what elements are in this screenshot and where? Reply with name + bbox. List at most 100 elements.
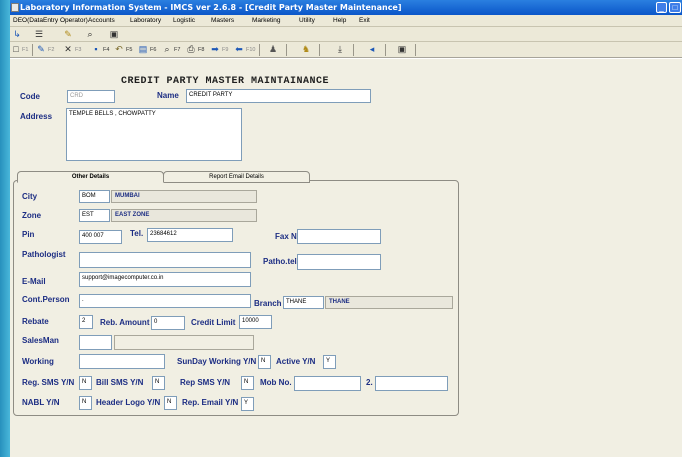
pin-label: Pin xyxy=(22,230,35,239)
menu-exit[interactable]: Exit xyxy=(356,15,373,27)
undo-icon[interactable]: ↶ xyxy=(113,44,125,55)
f3-label: F3 xyxy=(75,47,82,53)
pathologist-label: Pathologist xyxy=(22,250,66,259)
pathotel-field[interactable] xyxy=(297,254,381,270)
find-icon[interactable]: ⌕ xyxy=(161,44,173,55)
edit-icon[interactable]: ✎ xyxy=(35,44,47,55)
delete-icon[interactable]: ✕ xyxy=(62,44,74,55)
print-icon[interactable]: ⎙ xyxy=(185,44,197,55)
contperson-field[interactable]: . xyxy=(79,294,251,308)
fax-field[interactable] xyxy=(297,229,381,244)
address-field[interactable]: TEMPLE BELLS , CHOWPATTY xyxy=(66,108,242,161)
separator xyxy=(353,44,354,56)
branch-code-field[interactable]: THANE xyxy=(283,296,324,309)
f7-label: F7 xyxy=(174,47,181,53)
menu-masters[interactable]: Masters xyxy=(208,15,237,27)
list-icon[interactable]: ☰ xyxy=(33,29,45,40)
tel-label: Tel. xyxy=(130,229,144,238)
f9-label: F9 xyxy=(222,47,229,53)
zone-label: Zone xyxy=(22,211,42,220)
monitor-icon[interactable]: ▣ xyxy=(396,44,408,55)
save-icon[interactable]: ▪ xyxy=(90,44,102,55)
toolbar-fkeys: □ F1 ✎ F2 ✕ F3 ▪ F4 ↶ F5 ▤ F6 ⌕ F7 ⎙ F8 … xyxy=(10,42,682,58)
pathotel-label: Patho.tel xyxy=(263,257,297,266)
user-icon[interactable]: ♟ xyxy=(267,44,279,55)
export-icon[interactable]: ↳ xyxy=(11,29,23,40)
rebamount-field[interactable]: 0 xyxy=(151,316,185,330)
salesman-label: SalesMan xyxy=(22,336,59,345)
sundayworking-label: SunDay Working Y/N xyxy=(177,357,257,366)
f5-label: F5 xyxy=(126,47,133,53)
prev-icon[interactable]: ⬅ xyxy=(233,44,245,55)
mob2-field[interactable] xyxy=(375,376,448,391)
billsms-field[interactable]: N xyxy=(152,376,165,390)
rebate-label: Rebate xyxy=(22,317,49,326)
restore-button[interactable]: □ xyxy=(669,2,681,13)
regsms-field[interactable]: N xyxy=(79,376,92,390)
branch-label: Branch xyxy=(254,299,282,308)
active-field[interactable]: Y xyxy=(323,355,336,369)
tel-field[interactable]: 23684612 xyxy=(147,228,233,242)
title-bar: Laboratory Information System - IMCS ver… xyxy=(10,0,682,15)
creditlimit-field[interactable]: 10000 xyxy=(239,315,272,329)
billsms-label: Bill SMS Y/N xyxy=(96,378,144,387)
window-icon[interactable]: ▣ xyxy=(108,29,120,40)
separator xyxy=(319,44,320,56)
repsms-field[interactable]: N xyxy=(241,376,254,390)
salesman-code-field[interactable] xyxy=(79,335,112,350)
next-icon[interactable]: ➡ xyxy=(209,44,221,55)
back-icon[interactable]: ◂ xyxy=(366,44,378,55)
separator xyxy=(286,44,287,56)
app-icon xyxy=(11,3,19,12)
print-preview-icon[interactable]: ▤ xyxy=(137,44,149,55)
menu-deo[interactable]: DEO(DataEntry Operator) xyxy=(10,15,91,27)
tab-other-details[interactable]: Other Details xyxy=(17,171,164,183)
active-label: Active Y/N xyxy=(276,357,316,366)
salesman-name-display xyxy=(114,335,254,350)
toolbar-top: ↳ ☰ ✎ ⌕ ▣ xyxy=(10,27,682,42)
pin-field[interactable]: 400 007 xyxy=(79,230,122,244)
menu-logistic[interactable]: Logistic xyxy=(170,15,198,27)
separator xyxy=(32,44,33,56)
working-field[interactable] xyxy=(79,354,165,369)
download-icon[interactable]: ⤓ xyxy=(334,44,346,55)
sundayworking-field[interactable]: N xyxy=(258,355,271,369)
repemail-field[interactable]: Y xyxy=(241,397,254,411)
f10-label: F10 xyxy=(246,47,256,53)
code-field[interactable]: CRD xyxy=(67,90,115,103)
menu-marketing[interactable]: Marketing xyxy=(249,15,284,27)
headerlogo-field[interactable]: N xyxy=(164,396,177,410)
note-icon[interactable]: ✎ xyxy=(62,29,74,40)
menu-laboratory[interactable]: Laboratory xyxy=(127,15,164,27)
regsms-label: Reg. SMS Y/N xyxy=(22,378,75,387)
new-icon[interactable]: □ xyxy=(10,44,22,55)
tab-report-email-details[interactable]: Report Email Details xyxy=(163,171,310,183)
zone-code-field[interactable]: EST xyxy=(79,209,110,222)
nabl-field[interactable]: N xyxy=(79,396,92,410)
menu-help[interactable]: Help xyxy=(330,15,349,27)
rebate-field[interactable]: 2 xyxy=(79,315,93,329)
window-title: Laboratory Information System - IMCS ver… xyxy=(20,3,402,12)
menu-accounts[interactable]: Accounts xyxy=(85,15,118,27)
mob1-field[interactable] xyxy=(294,376,361,391)
f2-label: F2 xyxy=(48,47,55,53)
email-field[interactable]: support@imagecomputer.co.in xyxy=(79,272,251,287)
separator xyxy=(415,44,416,56)
lock-icon[interactable]: ♞ xyxy=(300,44,312,55)
f1-label: F1 xyxy=(22,47,29,53)
rebamount-label: Reb. Amount xyxy=(100,318,150,327)
city-code-field[interactable]: BOM xyxy=(79,190,110,203)
binoculars-icon[interactable]: ⌕ xyxy=(84,29,96,40)
branch-name-display: THANE xyxy=(325,296,453,309)
nabl-label: NABL Y/N xyxy=(22,398,60,407)
pathologist-field[interactable] xyxy=(79,252,251,268)
f4-label: F4 xyxy=(103,47,110,53)
menu-utility[interactable]: Utility xyxy=(296,15,318,27)
name-field[interactable]: CREDIT PARTY xyxy=(186,89,371,103)
desktop-background xyxy=(0,0,10,457)
minimize-button[interactable]: _ xyxy=(656,2,667,13)
zone-name-display: EAST ZONE xyxy=(111,209,257,222)
mob1-label: Mob No. 1 xyxy=(260,378,299,387)
application-window: Laboratory Information System - IMCS ver… xyxy=(10,0,682,457)
city-label: City xyxy=(22,192,38,201)
